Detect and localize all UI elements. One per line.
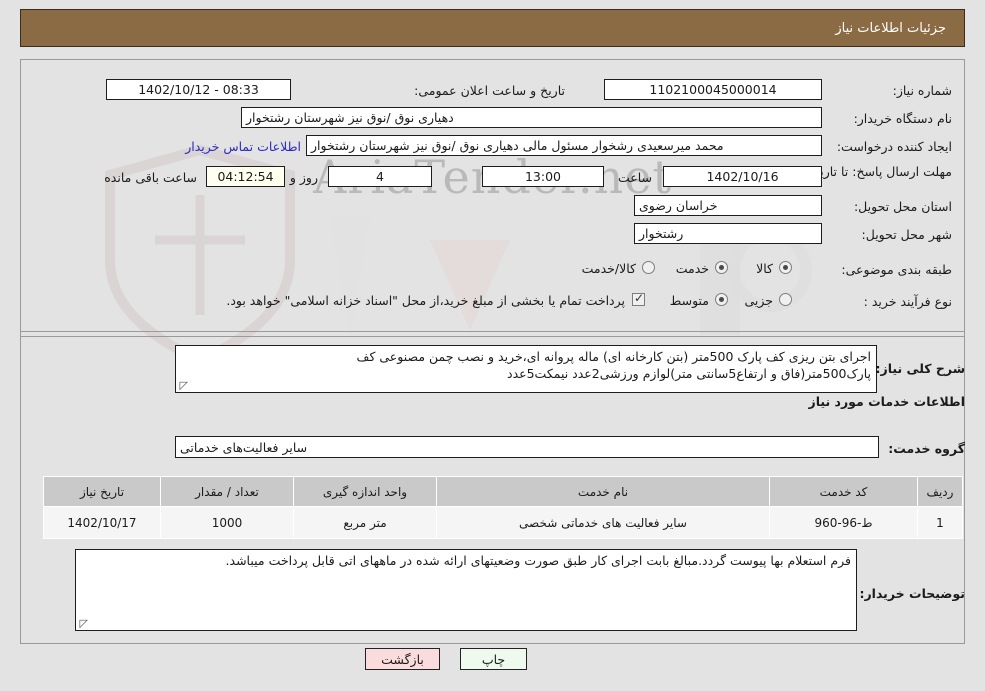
- remaining-label: ساعت باقی مانده: [104, 170, 197, 185]
- announce-date-field[interactable]: 08:33 - 1402/10/12: [106, 79, 291, 100]
- buyer-org-label: نام دستگاه خریدار:: [853, 111, 952, 126]
- divider-top: [20, 59, 965, 60]
- service-group-label: گروه خدمت:: [888, 441, 965, 456]
- buyer-contact-link[interactable]: اطلاعات تماس خریدار: [185, 139, 301, 154]
- hour-field[interactable]: 13:00: [482, 166, 604, 187]
- description-line-1: اجرای بتن ریزی کف پارک 500متر (بتن کارخا…: [356, 349, 871, 364]
- cell-date: 1402/10/17: [43, 506, 161, 539]
- requester-field[interactable]: محمد میرسعیدی رشخوار مسئول مالی دهیاری ن…: [306, 135, 822, 156]
- notes-resize-handle-icon[interactable]: ◸: [78, 618, 88, 629]
- cell-index: 1: [917, 506, 963, 539]
- province-label: استان محل تحویل:: [853, 199, 952, 214]
- cell-quantity: 1000: [160, 506, 294, 539]
- process-radio-jozi[interactable]: [779, 293, 792, 306]
- buyer-notes-label: توضیحات خریدار:: [859, 586, 965, 601]
- back-button[interactable]: بازگشت: [365, 648, 440, 670]
- buyer-notes-textarea[interactable]: فرم استعلام بها پیوست گردد.مبالغ بابت اج…: [75, 549, 857, 631]
- need-number-field[interactable]: 1102100045000014: [604, 79, 822, 100]
- deadline-date-field[interactable]: 1402/10/16: [663, 166, 822, 187]
- th-unit: واحد اندازه گیری: [293, 476, 437, 507]
- services-section-title: اطلاعات خدمات مورد نیاز: [808, 394, 966, 409]
- requester-label: ایجاد کننده درخواست:: [836, 139, 952, 154]
- print-button[interactable]: چاپ: [460, 648, 527, 670]
- cell-code: ط-96-960: [769, 506, 918, 539]
- service-group-field[interactable]: سایر فعالیت‌های خدماتی: [175, 436, 879, 458]
- hour-label: ساعت: [617, 170, 652, 185]
- need-number-label: شماره نیاز:: [892, 83, 952, 98]
- description-line-2: پارک500متر(فاق و ارتفاع5سانتی متر)لوازم …: [507, 366, 871, 381]
- days-label: روز و: [289, 170, 318, 185]
- th-date: تاریخ نیاز: [43, 476, 161, 507]
- description-textarea[interactable]: اجرای بتن ریزی کف پارک 500متر (بتن کارخا…: [175, 345, 877, 393]
- resize-handle-icon[interactable]: ◸: [178, 380, 188, 391]
- city-field[interactable]: رشتخوار: [634, 223, 822, 244]
- description-label: شرح کلی نیاز:: [875, 361, 965, 376]
- category-label: طبقه بندی موضوعی:: [841, 262, 952, 277]
- process-radio-motavaset[interactable]: [715, 293, 728, 306]
- province-field[interactable]: خراسان رضوی: [634, 195, 822, 216]
- cell-unit: متر مربع: [293, 506, 437, 539]
- th-name: نام خدمت: [436, 476, 770, 507]
- deadline-label: مهلت ارسال پاسخ: تا تاریخ:: [808, 164, 952, 180]
- table-header-row: ردیف کد خدمت نام خدمت واحد اندازه گیری ت…: [43, 476, 963, 507]
- cell-name: سایر فعالیت های خدماتی شخصی: [436, 506, 770, 539]
- category-radio-khedmat[interactable]: [715, 261, 728, 274]
- category-label-kala-khedmat: کالا/خدمت: [581, 261, 636, 276]
- treasury-checkbox[interactable]: [632, 291, 645, 306]
- th-code: کد خدمت: [769, 476, 918, 507]
- table-row: 1 ط-96-960 سایر فعالیت های خدماتی شخصی م…: [43, 506, 963, 539]
- th-quantity: تعداد / مقدار: [160, 476, 294, 507]
- buyer-notes-text: فرم استعلام بها پیوست گردد.مبالغ بابت اج…: [225, 553, 851, 568]
- days-field[interactable]: 4: [328, 166, 432, 187]
- announce-label: تاریخ و ساعت اعلان عمومی:: [414, 83, 565, 98]
- th-index: ردیف: [917, 476, 963, 507]
- process-label-motavaset: متوسط: [669, 293, 709, 308]
- city-label: شهر محل تحویل:: [861, 227, 952, 242]
- divider-bottom: [20, 643, 965, 644]
- buyer-org-field[interactable]: دهیاری نوق /نوق نیز شهرستان رشتخوار: [241, 107, 822, 128]
- services-table: ردیف کد خدمت نام خدمت واحد اندازه گیری ت…: [43, 476, 963, 539]
- category-radio-kala[interactable]: [779, 261, 792, 274]
- category-label-kala: کالا: [756, 261, 773, 276]
- page-root: AriaTender.net جزئیات اطلاعات نیاز شماره…: [0, 0, 985, 691]
- divider-mid2: [20, 336, 965, 337]
- divider-mid: [20, 331, 965, 332]
- treasury-note: پرداخت تمام یا بخشی از مبلغ خرید،از محل …: [226, 293, 625, 308]
- process-label-jozi: جزیی: [744, 293, 773, 308]
- category-label-khedmat: خدمت: [675, 261, 709, 276]
- category-radio-kala-khedmat[interactable]: [642, 261, 655, 274]
- page-header-bar: جزئیات اطلاعات نیاز: [20, 9, 965, 47]
- process-label: نوع فرآیند خرید :: [863, 294, 952, 309]
- page-title: جزئیات اطلاعات نیاز: [835, 20, 946, 36]
- countdown-timer-field: 04:12:54: [206, 166, 285, 187]
- deadline-label-text: مهلت ارسال پاسخ: تا تاریخ:: [807, 164, 952, 179]
